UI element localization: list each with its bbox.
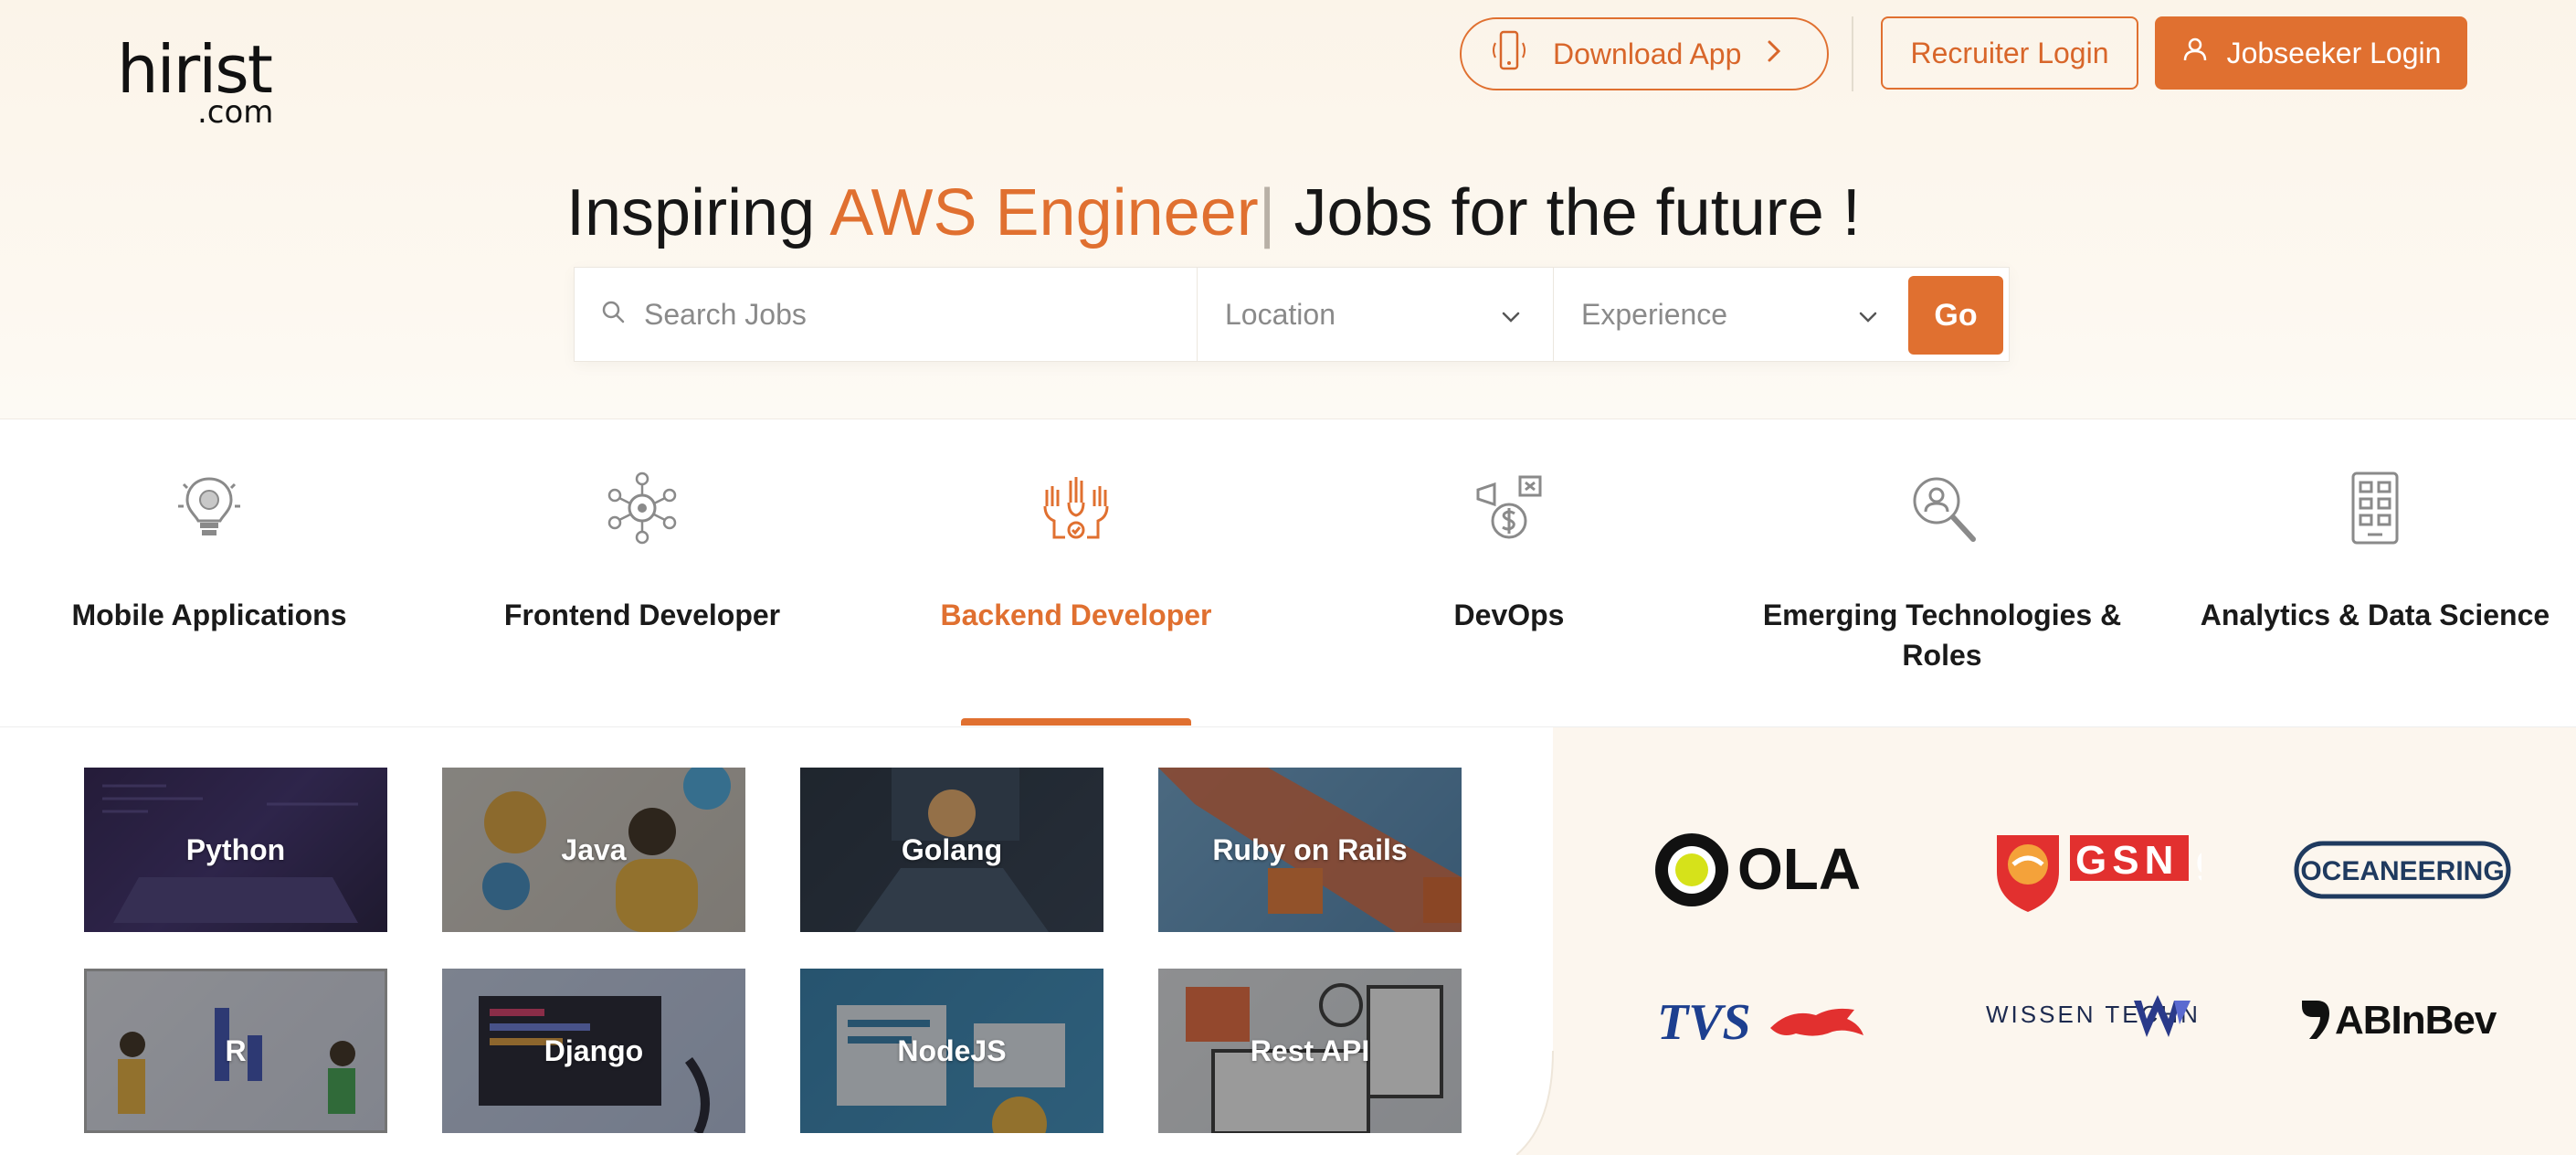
tab-frontend-developer[interactable]: Frontend Developer bbox=[437, 419, 848, 728]
tile-label: R bbox=[225, 1033, 247, 1067]
tile-label: Ruby on Rails bbox=[1212, 832, 1408, 866]
headline-prefix: Inspiring bbox=[566, 176, 830, 249]
company-logo-gsn[interactable]: GSN games bbox=[1973, 824, 2211, 916]
jobseeker-login-label: Jobseeker Login bbox=[2226, 36, 2442, 69]
category-tabs: Mobile Applications Frontend Developer B… bbox=[0, 419, 2576, 727]
jobseeker-login-button[interactable]: Jobseeker Login bbox=[2155, 16, 2467, 90]
gear-network-icon bbox=[601, 467, 683, 549]
chevron-down-icon bbox=[1500, 298, 1522, 332]
recruiter-login-button[interactable]: Recruiter Login bbox=[1881, 16, 2138, 90]
tile-golang[interactable]: Golang bbox=[800, 768, 1103, 932]
download-app-label: Download App bbox=[1553, 37, 1742, 70]
logo-sub-text: .com bbox=[197, 94, 274, 131]
active-tab-indicator bbox=[961, 718, 1191, 726]
tile-ruby-on-rails[interactable]: Ruby on Rails bbox=[1158, 768, 1462, 932]
go-button[interactable]: Go bbox=[1908, 276, 2003, 355]
company-logo-wissen[interactable]: WISSEN TECHNOLOGY bbox=[1973, 974, 2211, 1065]
tile-label: NodeJS bbox=[897, 1033, 1007, 1067]
search-icon bbox=[600, 298, 626, 332]
chevron-down-icon bbox=[1857, 298, 1879, 332]
tile-rest-api[interactable]: Rest API bbox=[1158, 969, 1462, 1133]
job-search-bar: Location Experience Go bbox=[574, 267, 2010, 362]
location-dropdown[interactable]: Location bbox=[1198, 268, 1554, 361]
money-megaphone-icon bbox=[1468, 467, 1550, 549]
company-logo-oceaneering[interactable]: OCEANEERING bbox=[2284, 824, 2521, 916]
search-field bbox=[575, 268, 1198, 361]
tablet-grid-icon bbox=[2334, 467, 2416, 549]
hero-headline: Inspiring AWS Engineer| Jobs for the fut… bbox=[566, 172, 1861, 254]
phone-icon bbox=[1489, 28, 1529, 79]
experience-label: Experience bbox=[1581, 297, 1728, 331]
category-label: Backend Developer bbox=[940, 599, 1212, 631]
tile-nodejs[interactable]: NodeJS bbox=[800, 969, 1103, 1133]
tab-backend-developer[interactable]: Backend Developer bbox=[866, 419, 1286, 728]
hirist-logo[interactable]: hirist .com bbox=[117, 37, 281, 137]
skill-tiles: Python Java Golang Ruby on Rails R Djang… bbox=[0, 727, 1553, 1155]
headline-caret: | bbox=[1258, 176, 1276, 249]
tab-devops[interactable]: DevOps bbox=[1306, 419, 1712, 728]
logo-main-text: hirist bbox=[117, 31, 273, 108]
user-icon bbox=[2181, 36, 2209, 70]
company-name: OLA bbox=[1737, 836, 1861, 902]
company-logo-tvs[interactable]: TVS bbox=[1644, 974, 1882, 1065]
company-logo-ola[interactable]: OLA bbox=[1644, 824, 1882, 916]
tab-mobile-applications[interactable]: Mobile Applications bbox=[0, 419, 418, 728]
tile-java[interactable]: Java bbox=[442, 768, 745, 932]
tile-label: Rest API bbox=[1250, 1033, 1370, 1067]
search-person-icon bbox=[1901, 467, 1983, 549]
tile-python[interactable]: Python bbox=[84, 768, 387, 932]
download-app-button[interactable]: Download App bbox=[1460, 17, 1829, 90]
tile-r[interactable]: R bbox=[84, 969, 387, 1133]
search-jobs-input[interactable] bbox=[644, 297, 1156, 332]
tile-django[interactable]: Django bbox=[442, 969, 745, 1133]
tile-label: Django bbox=[544, 1033, 644, 1067]
hero-section: hirist .com Download App Recruiter Login… bbox=[0, 0, 2576, 419]
panel-corner-curve bbox=[1516, 1051, 1554, 1155]
category-label: Frontend Developer bbox=[503, 599, 781, 631]
company-name: OCEANEERING bbox=[2300, 856, 2504, 886]
company-name: ABInBev bbox=[2335, 998, 2497, 1043]
chevron-right-icon bbox=[1765, 37, 1783, 71]
tab-analytics-data-science[interactable]: Analytics & Data Science bbox=[2174, 419, 2576, 728]
tile-label: Java bbox=[561, 832, 627, 866]
tab-emerging-technologies[interactable]: Emerging Technologies & Roles bbox=[1732, 419, 2152, 728]
headline-accent: AWS Engineer bbox=[829, 176, 1259, 249]
experience-dropdown[interactable]: Experience bbox=[1554, 268, 1910, 361]
category-label: Emerging Technologies & Roles bbox=[1762, 599, 2122, 672]
headline-suffix: Jobs for the future ! bbox=[1275, 176, 1861, 249]
location-label: Location bbox=[1225, 297, 1336, 331]
tile-label: Python bbox=[185, 832, 286, 866]
bulb-brain-icon bbox=[168, 467, 250, 549]
header-divider bbox=[1852, 16, 1853, 91]
category-label: Mobile Applications bbox=[71, 599, 347, 631]
company-name: GSN games bbox=[2075, 838, 2201, 883]
company-logo-abinbev[interactable]: ABInBev bbox=[2284, 974, 2521, 1065]
category-label: Analytics & Data Science bbox=[2200, 599, 2550, 631]
company-name: TVS bbox=[1657, 994, 1751, 1051]
tile-label: Golang bbox=[901, 832, 1003, 866]
hands-team-icon bbox=[1035, 467, 1117, 549]
category-label: DevOps bbox=[1453, 599, 1565, 631]
companies-panel: OLA GSN games OCEANEERING TVS WISSEN TEC… bbox=[1553, 727, 2576, 1155]
